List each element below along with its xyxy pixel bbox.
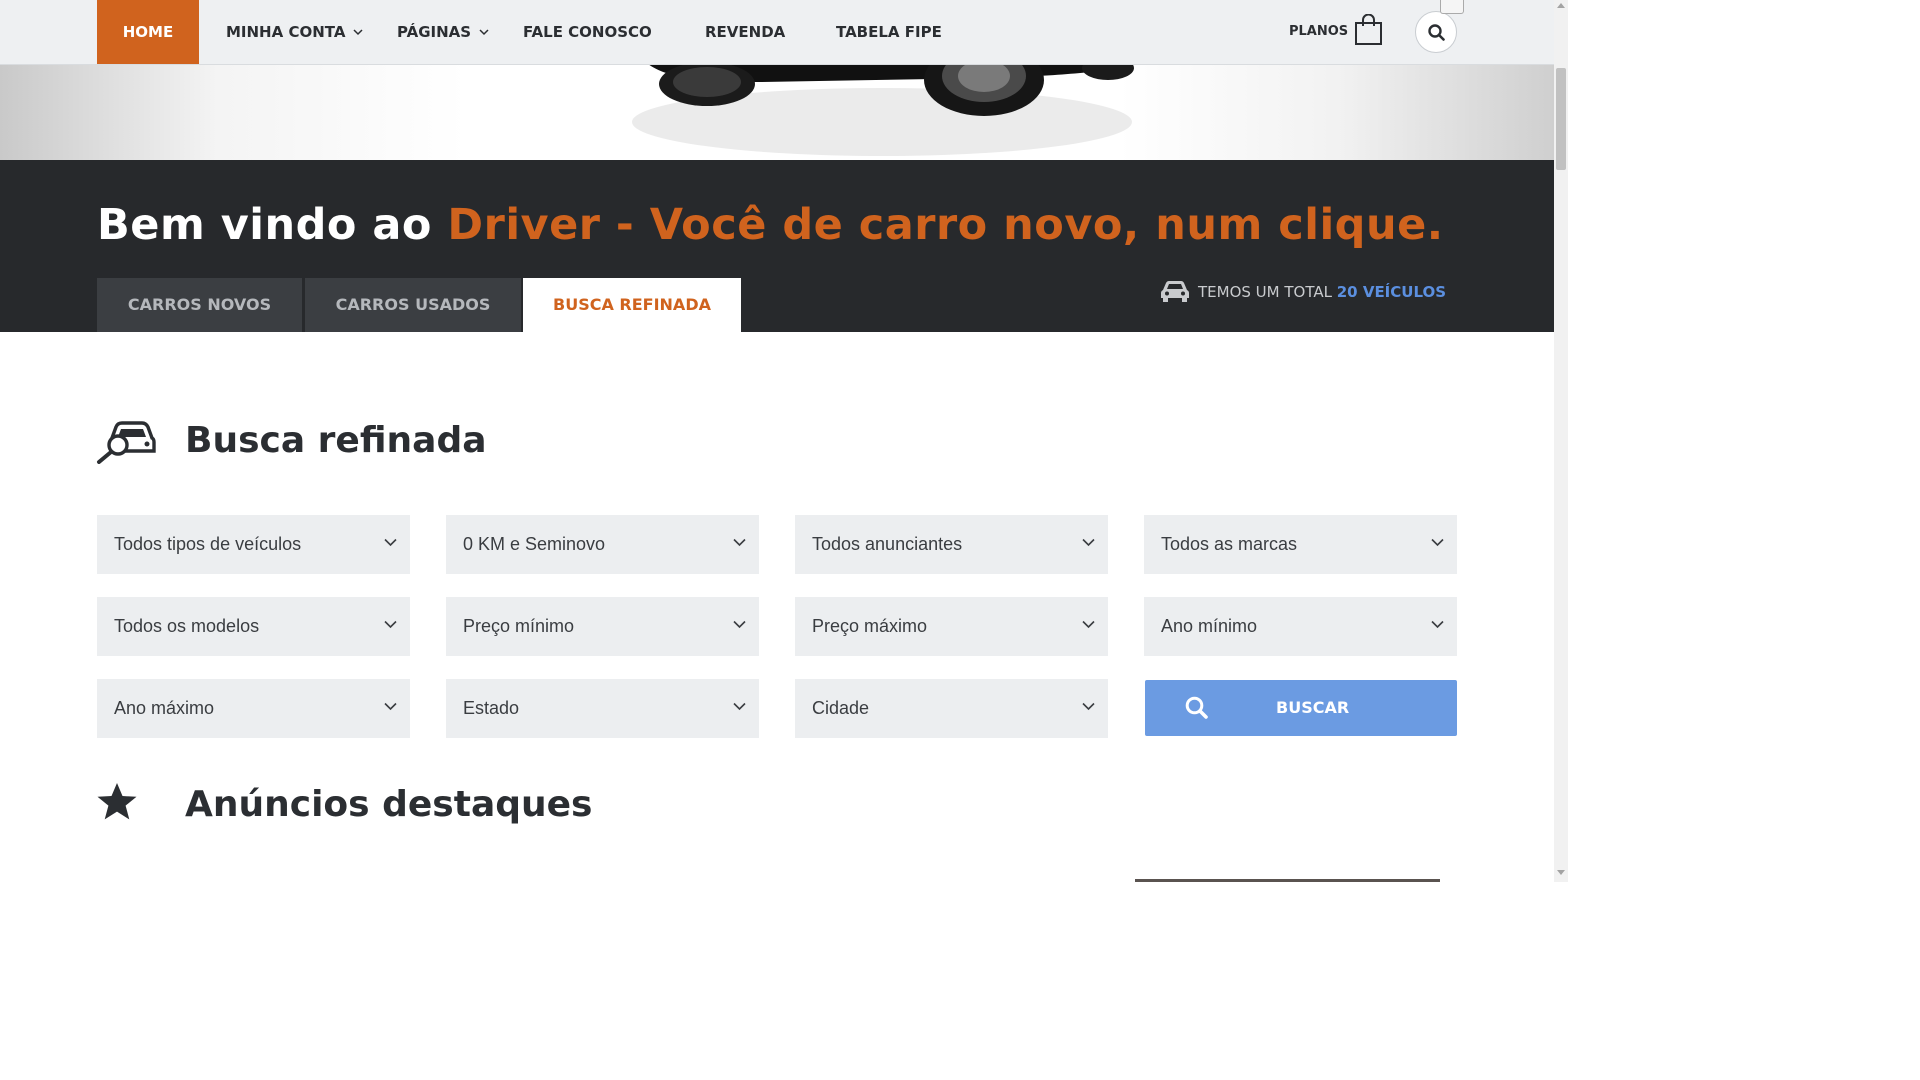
select-model-value: Todos os modelos (114, 616, 260, 636)
hero-image (0, 64, 1554, 160)
nav-paginas[interactable]: PÁGINAS (397, 0, 489, 64)
select-min-price[interactable]: Preço mínimo (446, 597, 759, 656)
chevron-down-icon (1082, 702, 1095, 711)
nav-home[interactable]: HOME (97, 0, 199, 64)
welcome-prefix: Bem vindo ao (97, 200, 448, 250)
select-vehicle-type[interactable]: Todos tipos de veículos (97, 515, 410, 574)
chevron-down-icon (384, 538, 397, 547)
select-state[interactable]: Estado (446, 679, 759, 738)
nav-fale-conosco[interactable]: FALE CONOSCO (523, 0, 652, 64)
header-search-button[interactable] (1415, 11, 1457, 53)
select-state-value: Estado (463, 698, 520, 718)
vehicle-total-label: TEMOS UM TOTAL (1198, 283, 1337, 301)
select-vehicle-type-value: Todos tipos de veículos (114, 534, 302, 554)
nav-tabela-fipe[interactable]: TABELA FIPE (836, 0, 942, 64)
chevron-down-icon (384, 702, 397, 711)
star-icon (97, 783, 137, 820)
resize-handle[interactable] (1440, 0, 1464, 14)
search-submit-button[interactable]: BUSCAR (1145, 680, 1457, 736)
plans-link[interactable]: PLANOS (1289, 0, 1348, 64)
chevron-down-icon (1431, 620, 1444, 629)
chevron-down-icon (733, 620, 746, 629)
page-scrollbar[interactable] (1554, 0, 1568, 882)
vehicle-total: TEMOS UM TOTAL 20 VEÍCULOS (1160, 280, 1446, 304)
select-brand[interactable]: Todos as marcas (1144, 515, 1457, 574)
vehicle-total-count[interactable]: 20 VEÍCULOS (1337, 283, 1446, 301)
select-min-year-value: Ano mínimo (1161, 616, 1258, 636)
search-icon (1185, 696, 1208, 719)
featured-listing-preview[interactable] (1135, 879, 1440, 882)
nav-minha-conta[interactable]: MINHA CONTA (226, 0, 363, 64)
welcome-banner: Bem vindo ao Driver - Você de carro novo… (0, 160, 1554, 332)
chevron-down-icon (733, 702, 746, 711)
nav-revenda[interactable]: REVENDA (705, 0, 785, 64)
tab-carros-novos[interactable]: CARROS NOVOS (97, 278, 302, 332)
tab-busca-refinada[interactable]: BUSCA REFINADA (523, 278, 741, 332)
top-navigation: HOME MINHA CONTA PÁGINAS FALE CONOSCO RE… (0, 0, 1554, 65)
chevron-down-icon (733, 538, 746, 547)
select-condition[interactable]: 0 KM e Seminovo (446, 515, 759, 574)
tab-carros-usados[interactable]: CARROS USADOS (305, 278, 521, 332)
car-image (632, 64, 1134, 156)
select-city[interactable]: Cidade (795, 679, 1108, 738)
nav-paginas-label: PÁGINAS (397, 23, 472, 41)
welcome-heading: Bem vindo ao Driver - Você de carro novo… (97, 200, 1444, 250)
select-city-value: Cidade (812, 698, 870, 718)
select-advertiser-value: Todos anunciantes (812, 534, 963, 554)
nav-minha-conta-label: MINHA CONTA (226, 23, 346, 41)
select-max-year-value: Ano máximo (114, 698, 215, 718)
shopping-bag-icon[interactable] (1354, 14, 1383, 46)
chevron-down-icon (1082, 538, 1095, 547)
welcome-highlight: Driver - Você de carro novo, num clique. (447, 200, 1444, 250)
select-min-year[interactable]: Ano mínimo (1144, 597, 1457, 656)
chevron-down-icon (1082, 620, 1095, 629)
select-min-price-value: Preço mínimo (463, 616, 575, 636)
chevron-down-icon (384, 620, 397, 629)
scroll-up-icon[interactable] (1557, 3, 1565, 8)
chevron-down-icon (479, 29, 489, 36)
select-max-year[interactable]: Ano máximo (97, 679, 410, 738)
select-advertiser[interactable]: Todos anunciantes (795, 515, 1108, 574)
car-icon (1161, 280, 1189, 302)
scroll-down-icon[interactable] (1557, 870, 1565, 875)
chevron-down-icon (1431, 538, 1444, 547)
search-submit-label: BUSCAR (1276, 698, 1350, 717)
chevron-down-icon (353, 29, 363, 36)
car-search-icon (97, 421, 156, 464)
search-section-title: Busca refinada (185, 420, 487, 461)
select-max-price[interactable]: Preço máximo (795, 597, 1108, 656)
featured-section-title: Anúncios destaques (185, 784, 593, 825)
select-condition-value: 0 KM e Seminovo (463, 534, 606, 554)
scrollbar-thumb[interactable] (1556, 68, 1566, 170)
search-icon (1427, 23, 1445, 41)
select-max-price-value: Preço máximo (812, 616, 928, 636)
select-model[interactable]: Todos os modelos (97, 597, 410, 656)
select-brand-value: Todos as marcas (1161, 534, 1298, 554)
